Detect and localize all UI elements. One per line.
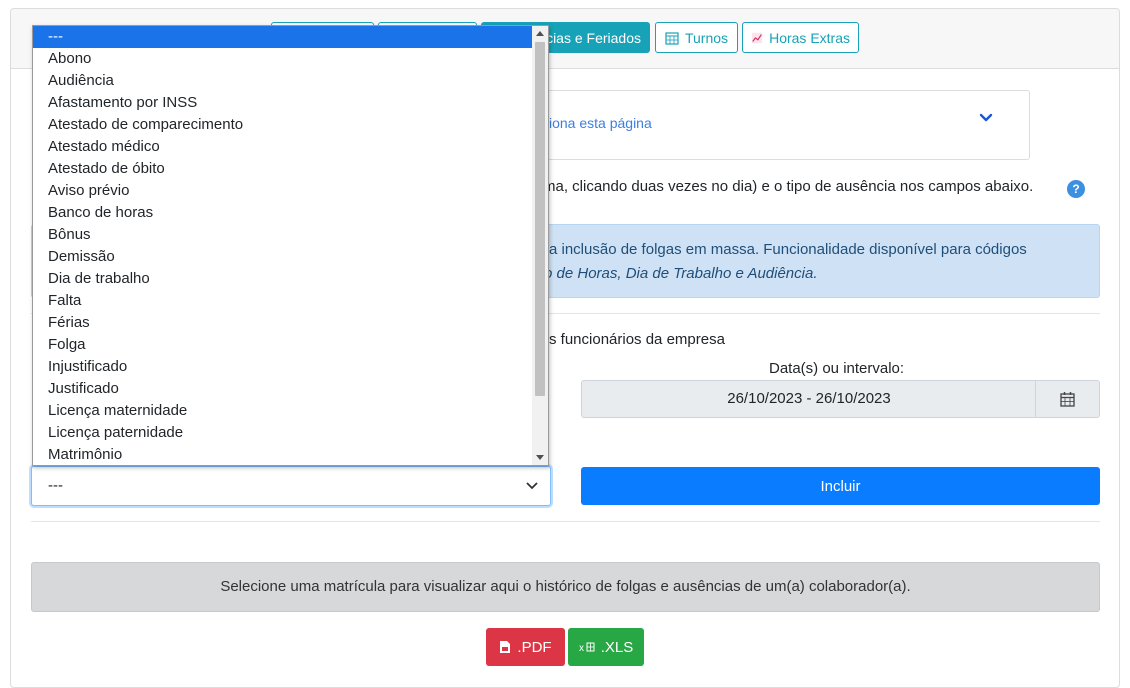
dropdown-option[interactable]: Justificado	[33, 378, 533, 400]
scrollbar-thumb[interactable]	[535, 42, 545, 396]
date-range-input[interactable]: 26/10/2023 - 26/10/2023	[581, 380, 1100, 418]
svg-text:x: x	[579, 643, 584, 653]
chevron-down-icon	[526, 482, 538, 490]
absence-type-dropdown-list[interactable]: --- Abono Audiência Afastamento por INSS Ate…	[32, 25, 549, 466]
file-excel-icon: x	[578, 641, 595, 653]
calendar-button[interactable]	[1035, 381, 1099, 417]
file-pdf-icon	[500, 641, 511, 653]
dropdown-option[interactable]: Aviso prévio	[33, 180, 533, 202]
tab-turnos[interactable]: Turnos	[655, 22, 738, 53]
instruction-text: ma, clicando duas vezes no dia) e o tipo…	[543, 178, 1034, 195]
dropdown-option[interactable]: Folga	[33, 334, 533, 356]
divider	[31, 521, 1100, 522]
dropdown-option[interactable]: Dia de trabalho	[33, 268, 533, 290]
dropdown-option[interactable]: Atestado de comparecimento	[33, 114, 533, 136]
dropdown-option[interactable]: ---	[33, 26, 533, 48]
dropdown-scrollbar[interactable]	[532, 26, 548, 465]
dropdown-option[interactable]: Matrimônio	[33, 444, 533, 465]
calendar-icon	[1060, 392, 1075, 407]
scroll-down-arrow-icon[interactable]	[536, 455, 544, 460]
dropdown-option[interactable]: Afastamento por INSS	[33, 92, 533, 114]
tab-horas-extras[interactable]: Horas Extras	[742, 22, 859, 53]
dropdown-option[interactable]: Licença paternidade	[33, 422, 533, 444]
export-xls-button[interactable]: x .XLS	[568, 628, 644, 666]
dropdown-option[interactable]: Audiência	[33, 70, 533, 92]
date-label: Data(s) ou intervalo:	[769, 360, 905, 377]
history-placeholder: Selecione uma matrícula para visualizar …	[31, 562, 1100, 612]
tab-ausencias-label: cias e Feriados	[546, 29, 641, 46]
help-accordion[interactable]: ciona esta página	[531, 90, 1030, 160]
chart-line-icon	[751, 32, 763, 43]
dropdown-option[interactable]: Férias	[33, 312, 533, 334]
question-icon[interactable]: ?	[1067, 180, 1085, 198]
dropdown-option[interactable]: Banco de horas	[33, 202, 533, 224]
dropdown-option[interactable]: Licença maternidade	[33, 400, 533, 422]
dropdown-option[interactable]: Bônus	[33, 224, 533, 246]
dropdown-option[interactable]: Atestado de óbito	[33, 158, 533, 180]
scroll-up-arrow-icon[interactable]	[536, 31, 544, 36]
dropdown-option[interactable]: Injustificado	[33, 356, 533, 378]
dropdown-option[interactable]: Falta	[33, 290, 533, 312]
alert-line-2: o de Horas, Dia de Trabalho e Audiência.	[544, 265, 818, 282]
dropdown-option[interactable]: Abono	[33, 48, 533, 70]
tab-horas-extras-label: Horas Extras	[769, 29, 850, 46]
dropdown-option[interactable]: Demissão	[33, 246, 533, 268]
include-button[interactable]: Incluir	[581, 467, 1100, 505]
dropdown-options: --- Abono Audiência Afastamento por INSS Ate…	[33, 26, 548, 465]
export-xls-label: .XLS	[600, 638, 634, 656]
date-range-value: 26/10/2023 - 26/10/2023	[727, 390, 891, 407]
absence-type-value: ---	[48, 477, 63, 494]
tab-turnos-label: Turnos	[684, 29, 729, 46]
all-employees-label: s funcionários da empresa	[549, 331, 725, 348]
dropdown-option[interactable]: Atestado médico	[33, 136, 533, 158]
calendar-grid-icon	[665, 31, 679, 45]
chevron-down-icon[interactable]	[979, 113, 993, 123]
export-pdf-button[interactable]: .PDF	[486, 628, 565, 666]
export-pdf-label: .PDF	[517, 638, 552, 656]
alert-line-1: ra inclusão de folgas em massa. Funciona…	[544, 241, 1027, 258]
absence-type-select[interactable]: ---	[31, 466, 551, 506]
accordion-link[interactable]: ciona esta página	[542, 115, 652, 131]
